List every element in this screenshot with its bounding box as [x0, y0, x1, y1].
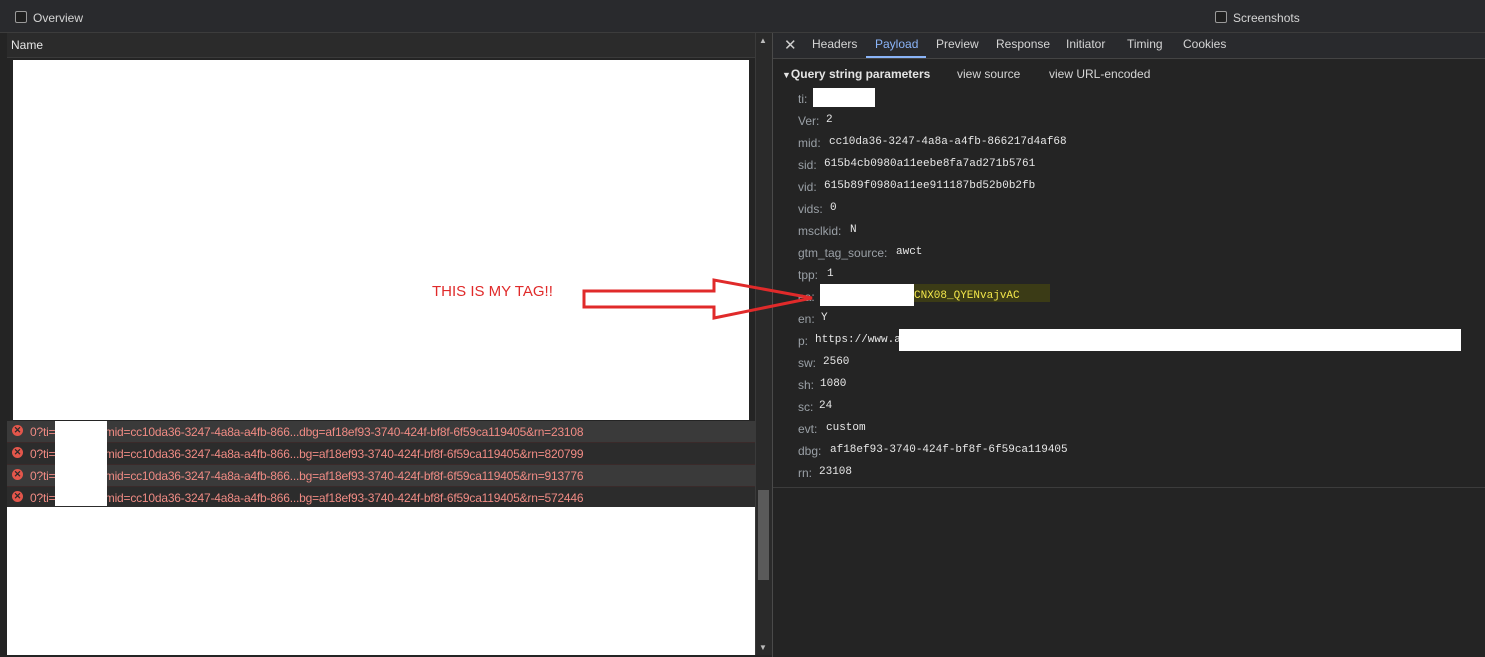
redaction-box	[55, 421, 107, 506]
param-value: 615b89f0980a11ee911187bd52b0b2fb	[824, 180, 1036, 192]
request-name: 0?ti= &Ver=2&mid=cc10da36-3247-4a8a-a4fb…	[30, 425, 584, 439]
request-list: ✕ 0?ti= &Ver=2&mid=cc10da36-3247-4a8a-a4…	[7, 421, 755, 509]
annotation-text: THIS IS MY TAG!!	[432, 283, 553, 300]
annotation-arrow	[582, 278, 813, 320]
scroll-down-icon[interactable]: ▼	[759, 643, 767, 652]
param-key: sw:	[798, 356, 816, 370]
active-tab-indicator	[866, 56, 926, 58]
param-key: vids:	[798, 202, 823, 216]
screenshots-label: Screenshots	[1233, 11, 1300, 25]
tab-cookies[interactable]: Cookies	[1183, 37, 1226, 51]
param-value: 1	[827, 268, 834, 280]
close-icon[interactable]: ✕	[784, 36, 797, 54]
query-params-section-title[interactable]: ▼Query string parameters	[782, 67, 930, 81]
overview-label: Overview	[33, 11, 84, 25]
section-divider	[773, 487, 1485, 488]
param-key: p:	[798, 334, 809, 348]
param-key: vid:	[798, 180, 817, 194]
param-value-highlighted: CNX08_QYENvajvAC	[914, 290, 1020, 302]
overview-checkbox[interactable]	[15, 11, 27, 23]
param-value: 23108	[819, 466, 853, 478]
param-value: 24	[819, 400, 833, 412]
param-key: rn:	[798, 466, 813, 480]
request-name: 0?ti= &Ver=2&mid=cc10da36-3247-4a8a-a4fb…	[30, 469, 584, 483]
redaction-box	[813, 88, 875, 107]
scrollbar-thumb[interactable]	[758, 490, 769, 580]
request-row[interactable]: ✕ 0?ti= &Ver=2&mid=cc10da36-3247-4a8a-a4…	[7, 465, 755, 487]
request-name: 0?ti= &Ver=2&mid=cc10da36-3247-4a8a-a4fb…	[30, 491, 584, 505]
tab-payload[interactable]: Payload	[875, 37, 918, 51]
view-url-encoded-link[interactable]: view URL-encoded	[1049, 67, 1150, 81]
request-row[interactable]: ✕ 0?ti= &Ver=2&mid=cc10da36-3247-4a8a-a4…	[7, 443, 755, 465]
error-icon: ✕	[12, 425, 23, 436]
param-key: evt:	[798, 422, 818, 436]
param-key: sh:	[798, 378, 815, 392]
param-value: custom	[826, 422, 866, 434]
param-key: mid:	[798, 136, 821, 150]
param-value: N	[850, 224, 857, 236]
param-value: Y	[821, 312, 828, 324]
redacted-area	[13, 60, 749, 420]
redaction-box	[899, 329, 1461, 351]
param-value: https://www.a	[815, 334, 901, 346]
tab-preview[interactable]: Preview	[936, 37, 979, 51]
tab-timing[interactable]: Timing	[1127, 37, 1163, 51]
triangle-down-icon: ▼	[782, 70, 791, 80]
tab-headers[interactable]: Headers	[812, 37, 857, 51]
request-name: 0?ti= &Ver=2&mid=cc10da36-3247-4a8a-a4fb…	[30, 447, 584, 461]
param-value: 2560	[823, 356, 850, 368]
name-column-label: Name	[11, 38, 44, 52]
error-icon: ✕	[12, 469, 23, 480]
param-value: awct	[896, 246, 923, 258]
param-value: cc10da36-3247-4a8a-a4fb-866217d4af68	[829, 136, 1067, 148]
param-key: sid:	[798, 158, 817, 172]
param-key: sc:	[798, 400, 814, 414]
param-value: 2	[826, 114, 833, 126]
view-source-link[interactable]: view source	[957, 67, 1020, 81]
param-value: 1080	[820, 378, 847, 390]
param-key: gtm_tag_source:	[798, 246, 888, 260]
error-icon: ✕	[12, 447, 23, 458]
name-column-header[interactable]: Name	[7, 33, 755, 58]
redaction-box	[820, 284, 914, 306]
param-key: msclkid:	[798, 224, 842, 238]
param-value: 0	[830, 202, 837, 214]
param-key: Ver:	[798, 114, 820, 128]
param-value: af18ef93-3740-424f-bf8f-6f59ca119405	[830, 444, 1068, 456]
pane-divider[interactable]	[772, 33, 773, 657]
screenshots-checkbox[interactable]	[1215, 11, 1227, 23]
empty-area	[7, 507, 755, 655]
tab-response[interactable]: Response	[996, 37, 1050, 51]
request-row[interactable]: ✕ 0?ti= &Ver=2&mid=cc10da36-3247-4a8a-a4…	[7, 421, 755, 443]
scroll-up-icon[interactable]: ▲	[759, 36, 767, 45]
param-value: 615b4cb0980a11eebe8fa7ad271b5761	[824, 158, 1036, 170]
param-key: dbg:	[798, 444, 822, 458]
request-row[interactable]: ✕ 0?ti= &Ver=2&mid=cc10da36-3247-4a8a-a4…	[7, 487, 755, 509]
param-key: ti:	[798, 92, 808, 106]
tab-initiator[interactable]: Initiator	[1066, 37, 1105, 51]
error-icon: ✕	[12, 491, 23, 502]
